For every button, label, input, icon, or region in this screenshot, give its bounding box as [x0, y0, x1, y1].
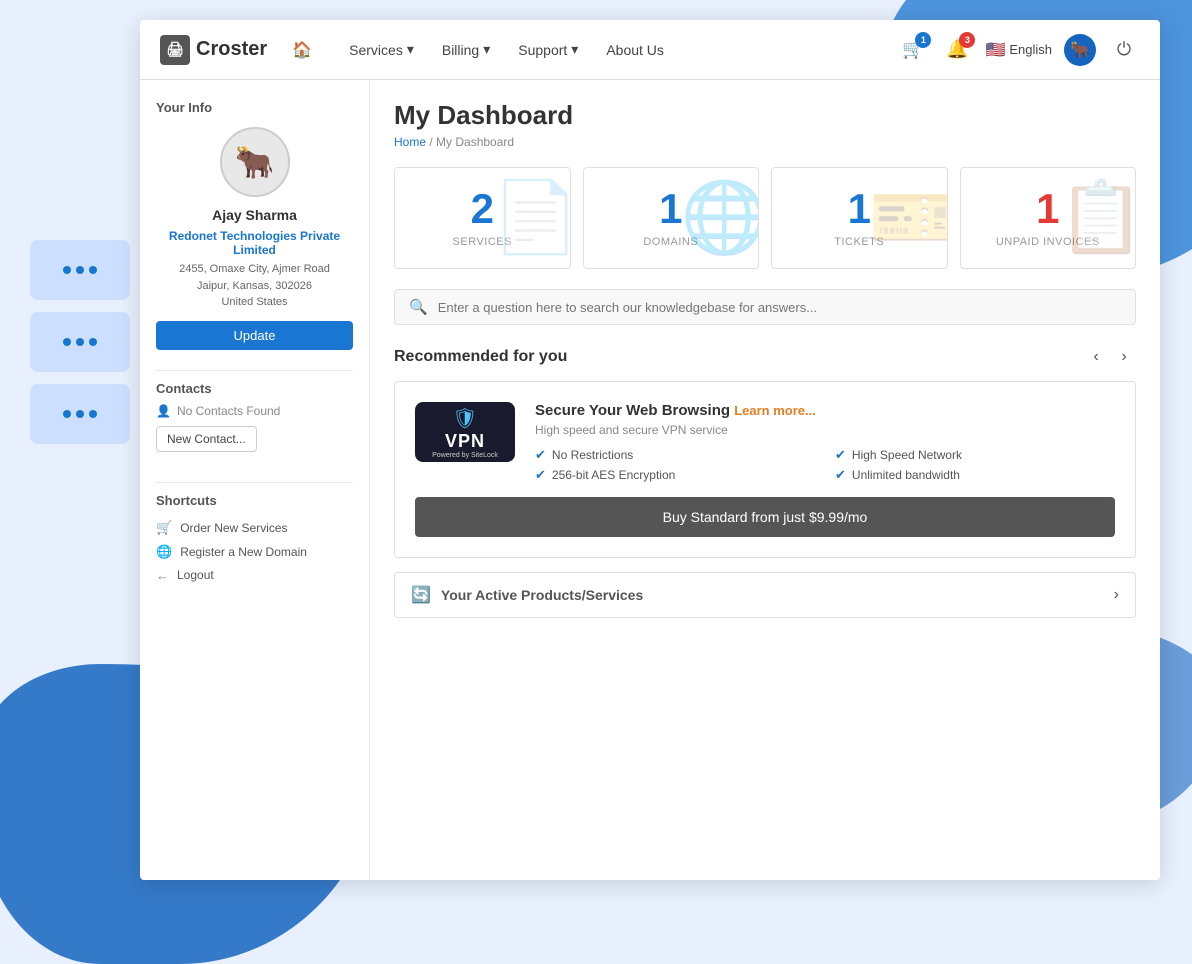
- nav-support[interactable]: Support ▾: [506, 35, 590, 64]
- buy-vpn-button[interactable]: Buy Standard from just $9.99/mo: [415, 497, 1115, 537]
- check-icon: ✔: [535, 467, 546, 483]
- vpn-text: VPN: [445, 431, 485, 452]
- brand-icon: 🖨: [160, 35, 190, 65]
- breadcrumb: Home / My Dashboard: [394, 135, 1136, 149]
- stat-invoices-label: UNPAID INVOICES: [971, 236, 1126, 248]
- prev-arrow-button[interactable]: ‹: [1084, 345, 1108, 369]
- page-title: My Dashboard: [394, 100, 1136, 131]
- cart-button[interactable]: 🛒 1: [897, 34, 929, 66]
- user-company: Redonet Technologies Private Limited: [156, 229, 353, 257]
- user-avatar: 🐂: [220, 127, 290, 197]
- check-icon: ✔: [535, 447, 546, 463]
- brand-name: Croster: [196, 38, 267, 61]
- left-card-1: [30, 240, 130, 300]
- arrow-right-icon: ›: [1114, 586, 1119, 604]
- recommend-card: 🛡 VPN Powered by SiteLock Secure Your We…: [394, 381, 1136, 558]
- nav-about[interactable]: About Us: [594, 36, 676, 64]
- page-body: Your Info 🐂 Ajay Sharma Redonet Technolo…: [140, 80, 1160, 880]
- search-bar: 🔍: [394, 289, 1136, 325]
- shortcut-order-services[interactable]: 🛒 Order New Services: [156, 516, 353, 540]
- search-input[interactable]: [438, 300, 1121, 315]
- update-button[interactable]: Update: [156, 321, 353, 350]
- breadcrumb-current: My Dashboard: [436, 135, 514, 149]
- feature-2: ✔ High Speed Network: [835, 447, 1115, 463]
- user-address: 2455, Omaxe City, Ajmer Road Jaipur, Kan…: [156, 261, 353, 311]
- recommend-top: 🛡 VPN Powered by SiteLock Secure Your We…: [415, 402, 1115, 483]
- nav-arrows: ‹ ›: [1084, 345, 1136, 369]
- left-card-2: [30, 312, 130, 372]
- no-contacts-text: 👤 No Contacts Found: [156, 404, 353, 418]
- language-label: English: [1009, 42, 1052, 57]
- vpn-title: Secure Your Web Browsing Learn more...: [535, 402, 1115, 419]
- brand-logo[interactable]: 🖨 Croster: [160, 35, 267, 65]
- features-grid: ✔ No Restrictions ✔ High Speed Network ✔…: [535, 447, 1115, 483]
- user-avatar-nav[interactable]: 🐂: [1064, 34, 1096, 66]
- language-button[interactable]: 🇺🇸 English: [985, 40, 1052, 60]
- main-content: My Dashboard Home / My Dashboard 2 SERVI…: [370, 80, 1160, 880]
- active-products-text: Your Active Products/Services: [441, 587, 1104, 603]
- shortcut-logout[interactable]: ← Logout: [156, 564, 353, 587]
- chevron-down-icon: ▾: [407, 41, 414, 58]
- check-icon: ✔: [835, 467, 846, 483]
- chevron-down-icon: ▾: [483, 41, 490, 58]
- shortcut-register-domain[interactable]: 🌐 Register a New Domain: [156, 540, 353, 564]
- recommend-body: Secure Your Web Browsing Learn more... H…: [535, 402, 1115, 483]
- person-icon: 👤: [156, 404, 171, 418]
- navbar: 🖨 Croster 🏠 Services ▾ Billing ▾ Support…: [140, 20, 1160, 80]
- vpn-logo: 🛡 VPN Powered by SiteLock: [415, 402, 515, 462]
- stat-invoices[interactable]: 1 UNPAID INVOICES 📋: [960, 167, 1137, 269]
- feature-1: ✔ No Restrictions: [535, 447, 815, 463]
- contacts-title: Contacts: [156, 381, 353, 396]
- home-nav-button[interactable]: 🏠: [287, 35, 317, 65]
- breadcrumb-home[interactable]: Home: [394, 135, 426, 149]
- globe-icon: 🌐: [156, 544, 172, 560]
- feature-3: ✔ 256-bit AES Encryption: [535, 467, 815, 483]
- vpn-desc: High speed and secure VPN service: [535, 423, 1115, 437]
- stat-tickets-number: 1: [782, 188, 937, 230]
- flag-icon: 🇺🇸: [985, 40, 1005, 60]
- feature-4: ✔ Unlimited bandwidth: [835, 467, 1115, 483]
- user-name: Ajay Sharma: [156, 207, 353, 223]
- left-card-3: [30, 384, 130, 444]
- nav-billing[interactable]: Billing ▾: [430, 35, 502, 64]
- notif-badge: 3: [959, 32, 975, 48]
- stat-domains[interactable]: 1 DOMAINS 🌐: [583, 167, 760, 269]
- nav-links: Services ▾ Billing ▾ Support ▾ About Us: [337, 35, 877, 64]
- navbar-right: 🛒 1 🔔 3 🇺🇸 English 🐂 ⏻: [897, 34, 1140, 66]
- refresh-icon: 🔄: [411, 585, 431, 605]
- cart-icon: 🛒: [156, 520, 172, 536]
- cart-badge: 1: [915, 32, 931, 48]
- active-products-section[interactable]: 🔄 Your Active Products/Services ›: [394, 572, 1136, 618]
- stat-services-label: SERVICES: [405, 236, 560, 248]
- user-avatar-wrap: 🐂: [156, 127, 353, 197]
- shield-icon: 🛡: [452, 406, 477, 431]
- stat-domains-label: DOMAINS: [594, 236, 749, 248]
- recommended-title: Recommended for you: [394, 348, 567, 366]
- main-window: 🖨 Croster 🏠 Services ▾ Billing ▾ Support…: [140, 20, 1160, 880]
- new-contact-button[interactable]: New Contact...: [156, 426, 257, 452]
- chevron-down-icon: ▾: [571, 41, 578, 58]
- avatar-icon: 🐂: [1064, 34, 1096, 66]
- your-info-title: Your Info: [156, 100, 353, 115]
- logout-nav-button[interactable]: ⏻: [1108, 34, 1140, 66]
- learn-more-link[interactable]: Learn more...: [734, 403, 816, 418]
- check-icon: ✔: [835, 447, 846, 463]
- power-icon: ⏻: [1117, 39, 1131, 60]
- vpn-sub: Powered by SiteLock: [432, 452, 498, 459]
- stat-services[interactable]: 2 SERVICES 📄: [394, 167, 571, 269]
- notifications-button[interactable]: 🔔 3: [941, 34, 973, 66]
- stat-services-number: 2: [405, 188, 560, 230]
- next-arrow-button[interactable]: ›: [1112, 345, 1136, 369]
- sidebar: Your Info 🐂 Ajay Sharma Redonet Technolo…: [140, 80, 370, 880]
- arrow-left-icon: ←: [156, 568, 169, 583]
- stat-invoices-number: 1: [971, 188, 1126, 230]
- shortcuts-title: Shortcuts: [156, 493, 353, 508]
- recommended-header: Recommended for you ‹ ›: [394, 345, 1136, 369]
- stat-tickets-label: TICKETS: [782, 236, 937, 248]
- nav-services[interactable]: Services ▾: [337, 35, 426, 64]
- stats-row: 2 SERVICES 📄 1 DOMAINS 🌐 1 TICKETS 🎫 1 U…: [394, 167, 1136, 269]
- search-icon: 🔍: [409, 298, 428, 316]
- stat-tickets[interactable]: 1 TICKETS 🎫: [771, 167, 948, 269]
- stat-domains-number: 1: [594, 188, 749, 230]
